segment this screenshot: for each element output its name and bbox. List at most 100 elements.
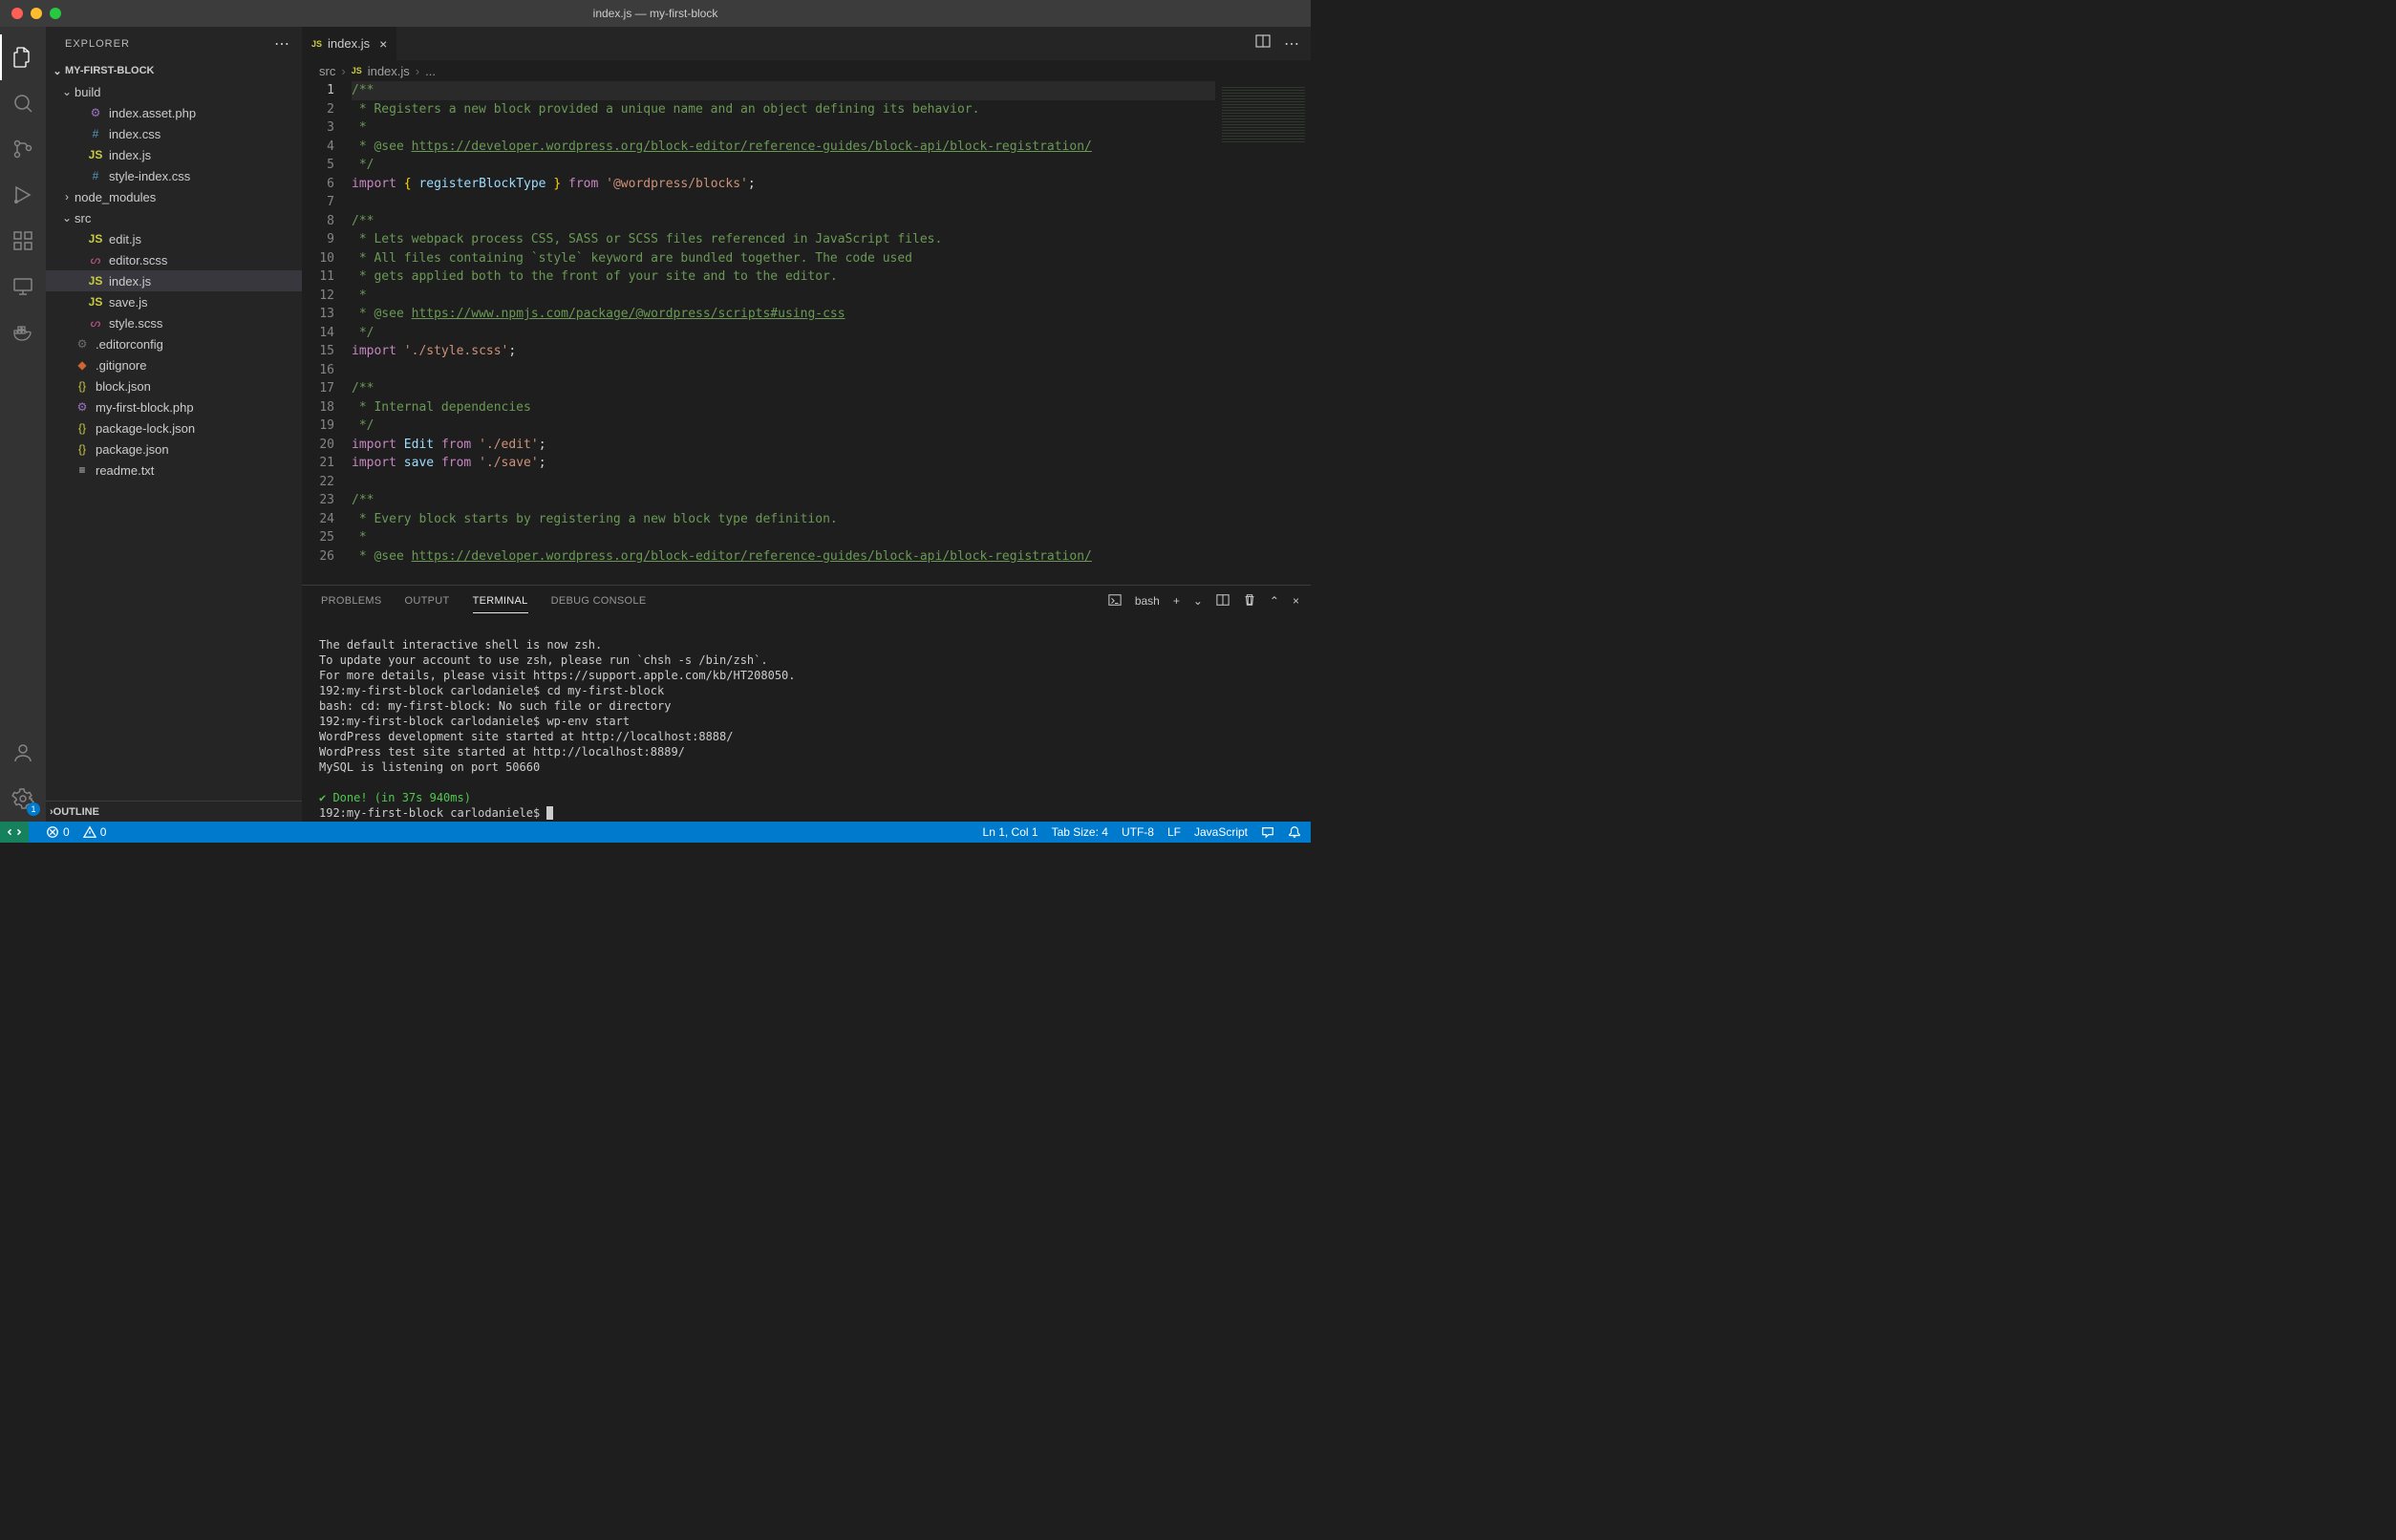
- file-label: save.js: [109, 295, 147, 310]
- tab-terminal[interactable]: TERMINAL: [473, 589, 528, 613]
- tab-output[interactable]: OUTPUT: [405, 589, 450, 613]
- breadcrumb-part[interactable]: index.js: [368, 64, 410, 78]
- code-editor[interactable]: 1234567891011121314151617181920212223242…: [302, 81, 1311, 585]
- minimap[interactable]: [1215, 81, 1311, 585]
- folder-row[interactable]: ›node_modules: [46, 186, 302, 207]
- gear-file-icon: ⚙: [75, 337, 90, 351]
- outline-title: OUTLINE: [53, 806, 99, 818]
- file-row[interactable]: #style-index.css: [46, 165, 302, 186]
- file-row[interactable]: ≡readme.txt: [46, 460, 302, 481]
- docker-activity-icon[interactable]: [0, 310, 46, 355]
- search-activity-icon[interactable]: [0, 80, 46, 126]
- file-row[interactable]: #index.css: [46, 123, 302, 144]
- breadcrumb-part[interactable]: src: [319, 64, 335, 78]
- file-label: index.js: [109, 274, 151, 289]
- file-row[interactable]: ⚙index.asset.php: [46, 102, 302, 123]
- file-label: .editorconfig: [96, 337, 163, 352]
- status-bar: 0 0 Ln 1, Col 1 Tab Size: 4 UTF-8 LF Jav…: [0, 822, 1311, 843]
- tab-debug-console[interactable]: DEBUG CONSOLE: [551, 589, 647, 613]
- settings-activity-icon[interactable]: 1: [0, 776, 46, 822]
- settings-badge: 1: [27, 802, 40, 816]
- encoding[interactable]: UTF-8: [1122, 825, 1154, 839]
- new-terminal-icon[interactable]: +: [1173, 594, 1180, 608]
- file-label: block.json: [96, 379, 151, 394]
- close-tab-icon[interactable]: ×: [379, 36, 387, 52]
- editor-more-icon[interactable]: ⋯: [1284, 34, 1299, 53]
- file-label: index.js: [109, 148, 151, 162]
- errors-status[interactable]: 0: [46, 825, 70, 839]
- window-title: index.js — my-first-block: [593, 7, 718, 20]
- file-label: package.json: [96, 442, 169, 457]
- tab-index-js[interactable]: JS index.js ×: [302, 27, 397, 60]
- file-row[interactable]: {}package.json: [46, 438, 302, 460]
- close-panel-icon[interactable]: ×: [1293, 594, 1299, 608]
- file-row[interactable]: ᔕeditor.scss: [46, 249, 302, 270]
- file-label: .gitignore: [96, 358, 146, 373]
- css-file-icon: #: [88, 169, 103, 182]
- source-control-activity-icon[interactable]: [0, 126, 46, 172]
- folder-row[interactable]: ⌄build: [46, 81, 302, 102]
- run-debug-activity-icon[interactable]: [0, 172, 46, 218]
- explorer-title: EXPLORER: [65, 38, 130, 50]
- notifications-icon[interactable]: [1288, 825, 1301, 839]
- terminal-dropdown-icon[interactable]: ⌄: [1193, 594, 1203, 608]
- remote-explorer-activity-icon[interactable]: [0, 264, 46, 310]
- tab-size[interactable]: Tab Size: 4: [1052, 825, 1108, 839]
- split-editor-icon[interactable]: [1255, 33, 1271, 53]
- file-row[interactable]: {}package-lock.json: [46, 417, 302, 438]
- panel-tabs: PROBLEMS OUTPUT TERMINAL DEBUG CONSOLE b…: [302, 586, 1311, 616]
- chevron-right-icon: ›: [341, 64, 345, 78]
- code-content[interactable]: /** * Registers a new block provided a u…: [352, 81, 1215, 585]
- file-tree: ⌄build⚙index.asset.php#index.cssJSindex.…: [46, 81, 302, 801]
- terminal-content[interactable]: The default interactive shell is now zsh…: [302, 616, 1311, 822]
- file-row[interactable]: JSsave.js: [46, 291, 302, 312]
- js-file-icon: JS: [352, 66, 362, 75]
- minimize-window-button[interactable]: [31, 8, 42, 19]
- language-mode[interactable]: JavaScript: [1194, 825, 1248, 839]
- bottom-panel: PROBLEMS OUTPUT TERMINAL DEBUG CONSOLE b…: [302, 585, 1311, 822]
- accounts-activity-icon[interactable]: [0, 730, 46, 776]
- explorer-sidebar: EXPLORER ⋯ ⌄ MY-FIRST-BLOCK ⌄build⚙index…: [46, 27, 302, 822]
- extensions-activity-icon[interactable]: [0, 218, 46, 264]
- php-file-icon: ⚙: [75, 400, 90, 414]
- explorer-header: EXPLORER ⋯: [46, 27, 302, 60]
- file-label: src: [75, 211, 91, 225]
- file-label: build: [75, 85, 100, 99]
- file-row[interactable]: ◆.gitignore: [46, 354, 302, 375]
- cursor-position[interactable]: Ln 1, Col 1: [983, 825, 1038, 839]
- file-label: index.css: [109, 127, 160, 141]
- js-file-icon: JS: [88, 274, 103, 288]
- kill-terminal-icon[interactable]: [1243, 593, 1256, 610]
- explorer-more-icon[interactable]: ⋯: [274, 34, 290, 53]
- split-terminal-icon[interactable]: [1216, 593, 1230, 610]
- file-label: edit.js: [109, 232, 141, 246]
- terminal-shell-name[interactable]: bash: [1135, 594, 1160, 608]
- maximize-panel-icon[interactable]: ⌃: [1270, 594, 1279, 608]
- breadcrumbs[interactable]: src › JS index.js › ...: [302, 60, 1311, 81]
- folder-row[interactable]: ⌄src: [46, 207, 302, 228]
- breadcrumb-part[interactable]: ...: [425, 64, 436, 78]
- file-row[interactable]: {}block.json: [46, 375, 302, 396]
- maximize-window-button[interactable]: [50, 8, 61, 19]
- scss-file-icon: ᔕ: [88, 316, 103, 330]
- window-controls: [11, 8, 61, 19]
- js-file-icon: JS: [88, 148, 103, 161]
- eol[interactable]: LF: [1167, 825, 1181, 839]
- file-label: readme.txt: [96, 463, 154, 478]
- tab-problems[interactable]: PROBLEMS: [321, 589, 382, 613]
- file-row[interactable]: ᔕstyle.scss: [46, 312, 302, 333]
- outline-header[interactable]: › OUTLINE: [46, 801, 302, 822]
- file-label: index.asset.php: [109, 106, 196, 120]
- project-root-header[interactable]: ⌄ MY-FIRST-BLOCK: [46, 60, 302, 81]
- project-name: MY-FIRST-BLOCK: [65, 65, 155, 76]
- file-row[interactable]: JSedit.js: [46, 228, 302, 249]
- explorer-activity-icon[interactable]: [0, 34, 46, 80]
- remote-button[interactable]: [0, 822, 29, 843]
- file-row[interactable]: ⚙my-first-block.php: [46, 396, 302, 417]
- file-row[interactable]: JS index.js: [46, 144, 302, 165]
- file-row[interactable]: JS index.js: [46, 270, 302, 291]
- feedback-icon[interactable]: [1261, 825, 1274, 839]
- file-row[interactable]: ⚙ .editorconfig: [46, 333, 302, 354]
- close-window-button[interactable]: [11, 8, 23, 19]
- warnings-status[interactable]: 0: [83, 825, 107, 839]
